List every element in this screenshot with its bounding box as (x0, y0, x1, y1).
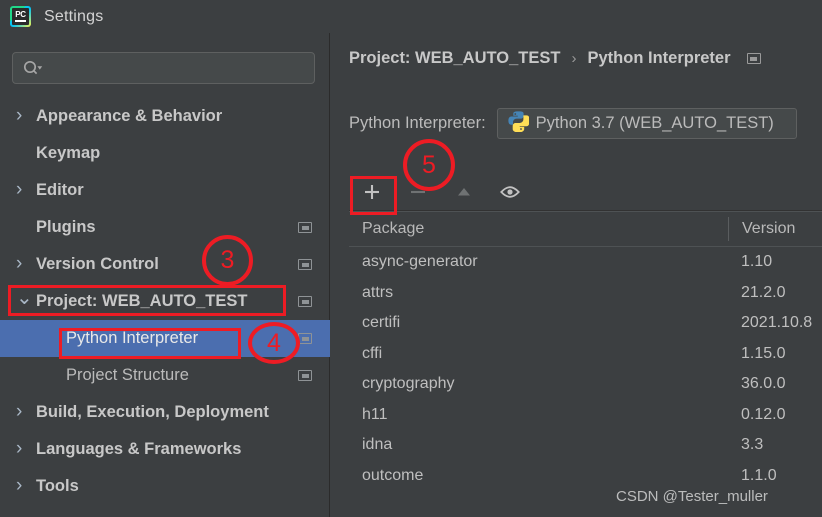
table-row[interactable]: certifi2021.10.8 (349, 308, 822, 339)
chevron-right-icon[interactable]: › (16, 106, 36, 125)
chevron-right-icon[interactable]: › (16, 476, 36, 495)
table-row[interactable]: h110.12.0 (349, 400, 822, 431)
breadcrumb-current: Python Interpreter (587, 49, 730, 68)
cell-package-name: certifi (349, 314, 728, 332)
sidebar-item-build-execution-deployment[interactable]: ›Build, Execution, Deployment (0, 394, 330, 431)
upgrade-package-button[interactable] (441, 173, 487, 211)
remove-package-button[interactable] (395, 173, 441, 211)
package-table-body: async-generator1.10attrs21.2.0certifi202… (349, 247, 822, 491)
cell-package-name: cffi (349, 345, 728, 363)
table-row[interactable]: cryptography36.0.0 (349, 369, 822, 400)
title-bar: PC Settings (0, 0, 822, 33)
sidebar-item-version-control[interactable]: ›Version Control (0, 246, 330, 283)
chevron-right-icon[interactable]: › (16, 402, 36, 421)
chevron-right-icon[interactable]: › (16, 180, 36, 199)
sidebar-item-keymap[interactable]: ›Keymap (0, 135, 330, 172)
cell-package-version: 21.2.0 (728, 284, 822, 302)
column-header-package[interactable]: Package (349, 220, 728, 238)
package-table: Package Version async-generator1.10attrs… (349, 211, 822, 517)
project-scope-icon (298, 370, 312, 381)
cell-package-version: 2021.10.8 (728, 314, 822, 332)
sidebar-item-project-structure[interactable]: Project Structure (0, 357, 330, 394)
sidebar-item-label: Python Interpreter (66, 329, 198, 348)
window-title: Settings (44, 8, 103, 26)
cell-package-name: h11 (349, 406, 728, 424)
sidebar-item-languages-frameworks[interactable]: ›Languages & Frameworks (0, 431, 330, 468)
table-row[interactable]: attrs21.2.0 (349, 278, 822, 309)
pycharm-logo-bar (15, 20, 26, 22)
add-package-button[interactable] (349, 173, 395, 211)
table-row[interactable]: idna3.3 (349, 430, 822, 461)
search-field-wrapper[interactable] (12, 52, 315, 84)
sidebar-item-label: Keymap (36, 144, 100, 163)
project-scope-icon (298, 259, 312, 270)
interpreter-label: Python Interpreter: (349, 114, 486, 133)
package-toolbar (349, 173, 822, 211)
cell-package-version: 3.3 (728, 436, 822, 454)
search-icon (23, 60, 43, 76)
chevron-down-icon[interactable]: ⌄ (16, 288, 36, 308)
cell-package-name: cryptography (349, 375, 728, 393)
table-row[interactable]: outcome1.1.0 (349, 461, 822, 492)
project-scope-icon (298, 222, 312, 233)
breadcrumb-separator: › (571, 50, 576, 67)
settings-tree: ›Appearance & Behavior›Keymap›Editor›Plu… (0, 98, 330, 505)
interpreter-select[interactable]: Python 3.7 (WEB_AUTO_TEST) (497, 108, 797, 139)
settings-content-panel: Project: WEB_AUTO_TEST › Python Interpre… (331, 33, 822, 517)
pycharm-logo-text: PC (15, 11, 26, 19)
cell-package-name: idna (349, 436, 728, 454)
settings-sidebar: ›Appearance & Behavior›Keymap›Editor›Plu… (0, 33, 330, 517)
table-row[interactable]: cffi1.15.0 (349, 339, 822, 370)
cell-package-name: attrs (349, 284, 728, 302)
sidebar-item-plugins[interactable]: ›Plugins (0, 209, 330, 246)
cell-package-name: outcome (349, 467, 728, 485)
sidebar-item-label: Appearance & Behavior (36, 107, 222, 126)
sidebar-item-label: Build, Execution, Deployment (36, 403, 269, 422)
project-scope-icon (298, 296, 312, 307)
cell-package-version: 1.1.0 (728, 467, 822, 485)
chevron-right-icon[interactable]: › (16, 254, 36, 273)
project-scope-icon (298, 333, 312, 344)
sidebar-item-tools[interactable]: ›Tools (0, 468, 330, 505)
sidebar-item-label: Version Control (36, 255, 159, 274)
sidebar-item-label: Project Structure (66, 366, 189, 385)
sidebar-item-label: Tools (36, 477, 79, 496)
column-header-version[interactable]: Version (728, 217, 822, 241)
show-early-releases-button[interactable] (487, 173, 533, 211)
breadcrumb: Project: WEB_AUTO_TEST › Python Interpre… (349, 49, 761, 68)
cell-package-version: 36.0.0 (728, 375, 822, 393)
sidebar-item-python-interpreter[interactable]: Python Interpreter (0, 320, 330, 357)
pycharm-logo-icon: PC (10, 6, 31, 27)
sidebar-item-label: Editor (36, 181, 84, 200)
search-box[interactable] (12, 52, 315, 84)
interpreter-value: Python 3.7 (WEB_AUTO_TEST) (536, 114, 774, 133)
settings-window: PC Settings ›Appearance & Behavior›Keyma… (0, 0, 822, 517)
sidebar-item-project-web-auto-test[interactable]: ⌄Project: WEB_AUTO_TEST (0, 283, 330, 320)
interpreter-row: Python Interpreter: Python 3.7 (WEB_AUTO… (349, 108, 797, 139)
python-venv-icon (507, 110, 529, 137)
package-table-header: Package Version (349, 212, 822, 247)
sidebar-item-label: Project: WEB_AUTO_TEST (36, 292, 247, 311)
sidebar-item-editor[interactable]: ›Editor (0, 172, 330, 209)
search-input[interactable] (43, 60, 314, 77)
sidebar-item-appearance-behavior[interactable]: ›Appearance & Behavior (0, 98, 330, 135)
chevron-right-icon[interactable]: › (16, 439, 36, 458)
project-scope-icon (747, 53, 761, 64)
breadcrumb-parent[interactable]: Project: WEB_AUTO_TEST (349, 49, 560, 68)
cell-package-name: async-generator (349, 253, 728, 271)
cell-package-version: 0.12.0 (728, 406, 822, 424)
table-row[interactable]: async-generator1.10 (349, 247, 822, 278)
sidebar-item-label: Plugins (36, 218, 96, 237)
cell-package-version: 1.15.0 (728, 345, 822, 363)
sidebar-item-label: Languages & Frameworks (36, 440, 241, 459)
cell-package-version: 1.10 (728, 253, 822, 271)
